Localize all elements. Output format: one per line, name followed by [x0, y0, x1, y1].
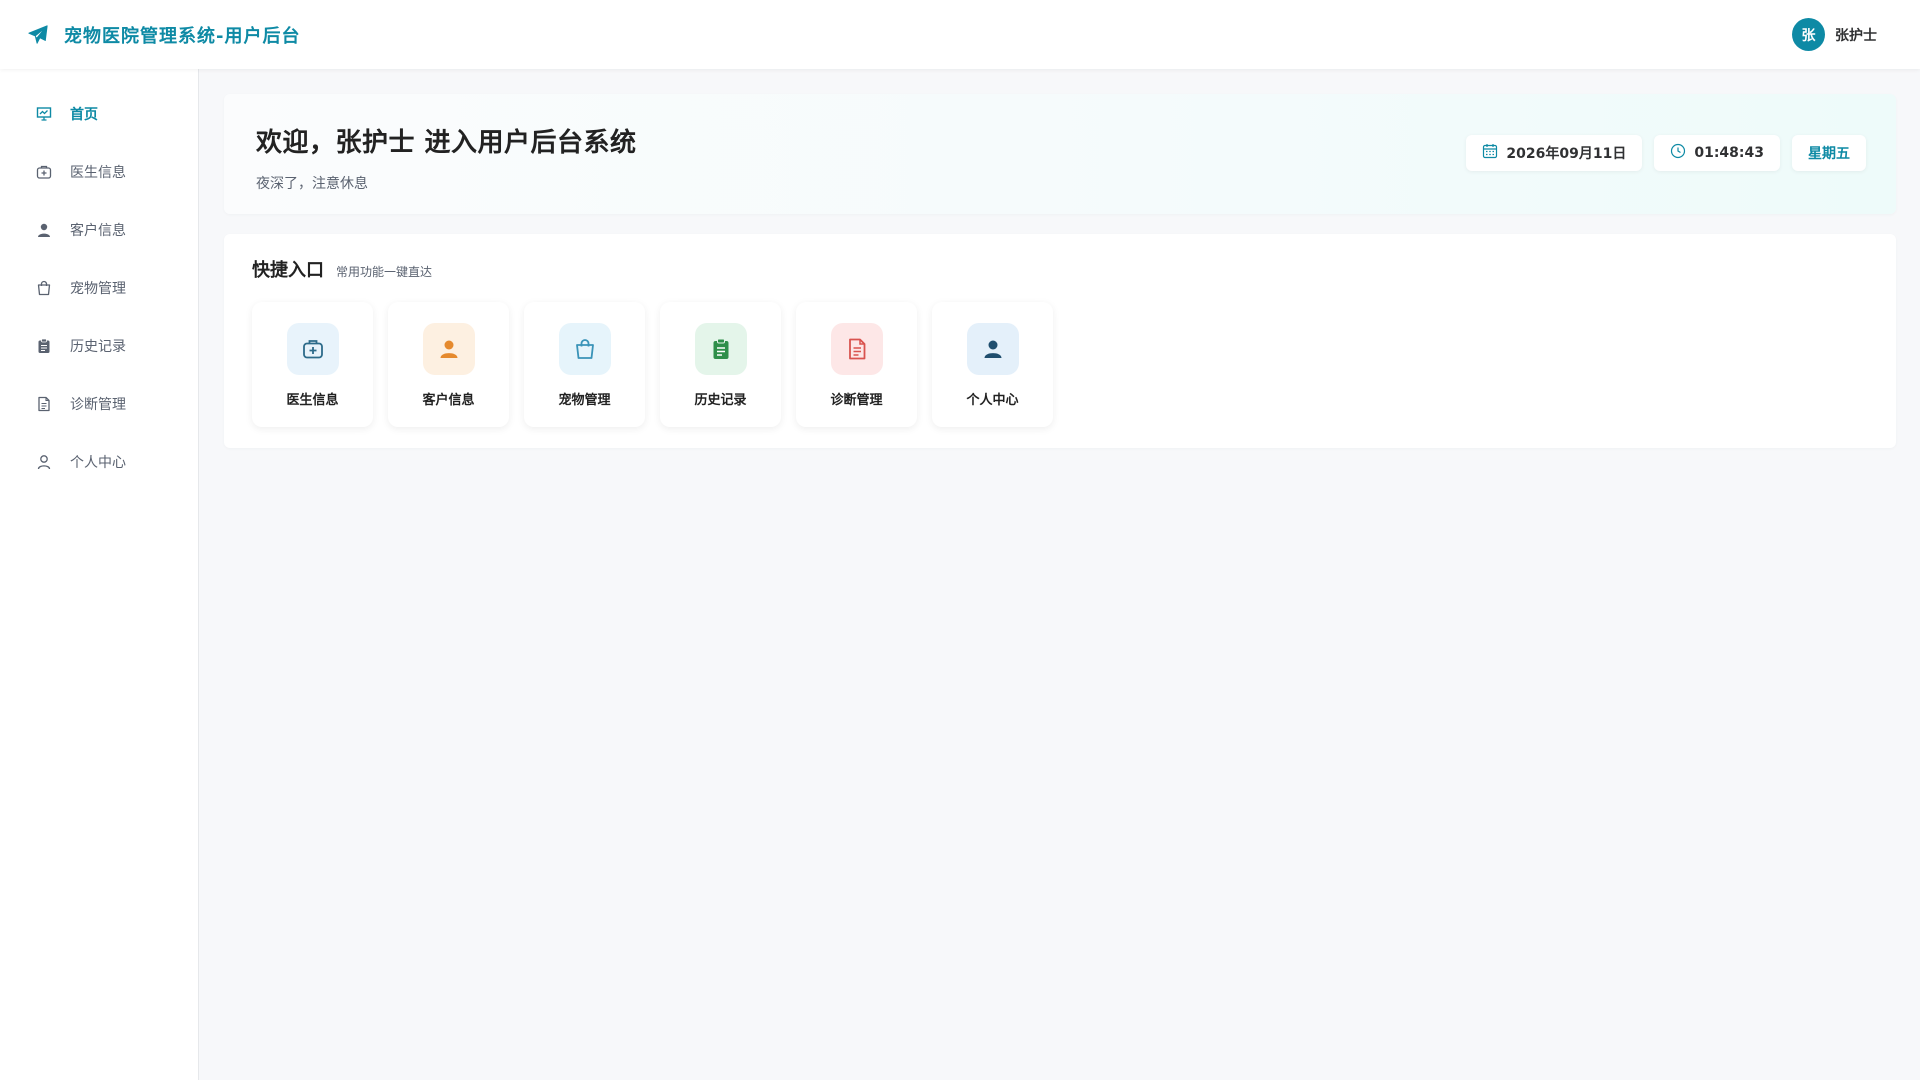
- sidebar-item-label: 历史记录: [70, 339, 126, 355]
- datetime-chips: 2026年09月11日 01:48:43 星期五: [1466, 135, 1866, 171]
- quick-entry-tiles: 医生信息 客户信息 宠物管理 历史记录 诊断管理 个人中心: [252, 302, 1868, 427]
- document-icon: [36, 396, 52, 412]
- quick-entry-header: 快捷入口 常用功能一键直达: [252, 256, 1868, 282]
- welcome-banner: 欢迎，张护士 进入用户后台系统 夜深了，注意休息 2026年09月11日 01:…: [224, 94, 1896, 214]
- medical-kit-icon: [36, 164, 52, 180]
- quick-entry-title: 快捷入口: [252, 260, 324, 281]
- welcome-subtitle: 夜深了，注意休息: [256, 176, 368, 192]
- calendar-icon: [1482, 143, 1498, 163]
- quick-tile-diagnosis[interactable]: 诊断管理: [796, 302, 917, 427]
- quick-tile-doctors[interactable]: 医生信息: [252, 302, 373, 427]
- medical-kit-icon: [286, 323, 339, 375]
- sidebar-item-home[interactable]: 首页: [0, 85, 198, 143]
- weekday-text: 星期五: [1808, 146, 1850, 162]
- tile-label: 医生信息: [286, 393, 339, 408]
- app-title: 宠物医院管理系统-用户后台: [64, 25, 301, 47]
- quick-entry-subtitle: 常用功能一键直达: [336, 265, 433, 279]
- quick-tile-customers[interactable]: 客户信息: [388, 302, 509, 427]
- sidebar-item-doctors[interactable]: 医生信息: [0, 143, 198, 201]
- sidebar-item-label: 客户信息: [70, 223, 126, 239]
- date-chip: 2026年09月11日: [1466, 135, 1643, 171]
- quick-entry-panel: 快捷入口 常用功能一键直达 医生信息 客户信息 宠物管理 历史记录 诊断管理 个…: [224, 234, 1896, 448]
- time-text: 01:48:43: [1694, 145, 1764, 161]
- user-name[interactable]: 张护士: [1835, 25, 1877, 45]
- sidebar-item-pets[interactable]: 宠物管理: [0, 259, 198, 317]
- sidebar-item-customers[interactable]: 客户信息: [0, 201, 198, 259]
- clock-icon: [1670, 143, 1686, 163]
- sidebar-item-label: 个人中心: [70, 455, 126, 471]
- date-text: 2026年09月11日: [1506, 146, 1627, 162]
- tile-label: 个人中心: [966, 393, 1019, 408]
- sidebar-item-label: 医生信息: [70, 165, 126, 181]
- top-header: 宠物医院管理系统-用户后台 张 张护士: [0, 0, 1920, 69]
- user-outline-icon: [36, 454, 52, 470]
- clipboard-icon: [694, 323, 747, 375]
- sidebar-item-label: 宠物管理: [70, 281, 126, 297]
- sidebar: 首页 医生信息 客户信息 宠物管理 历史记录 诊断管理 个人中心: [0, 69, 199, 1080]
- clipboard-icon: [36, 338, 52, 354]
- avatar[interactable]: 张: [1792, 18, 1825, 51]
- quick-tile-history[interactable]: 历史记录: [660, 302, 781, 427]
- tile-label: 宠物管理: [558, 393, 611, 408]
- tile-label: 历史记录: [694, 393, 747, 408]
- paper-plane-icon: [26, 23, 50, 47]
- weekday-chip: 星期五: [1792, 135, 1866, 171]
- sidebar-item-diagnosis[interactable]: 诊断管理: [0, 375, 198, 433]
- brand[interactable]: 宠物医院管理系统-用户后台: [26, 22, 300, 48]
- sidebar-item-history[interactable]: 历史记录: [0, 317, 198, 375]
- document-icon: [830, 323, 883, 375]
- sidebar-item-label: 首页: [70, 107, 98, 123]
- user-menu[interactable]: 张 张护士: [1792, 18, 1877, 51]
- quick-tile-pets[interactable]: 宠物管理: [524, 302, 645, 427]
- shopping-bag-icon: [36, 280, 52, 296]
- presentation-chart-icon: [36, 106, 52, 122]
- shopping-bag-icon: [558, 323, 611, 375]
- sidebar-item-profile[interactable]: 个人中心: [0, 433, 198, 491]
- tile-label: 客户信息: [422, 393, 475, 408]
- sidebar-item-label: 诊断管理: [70, 397, 126, 413]
- user-icon: [966, 323, 1019, 375]
- tile-label: 诊断管理: [830, 393, 883, 408]
- user-icon: [36, 222, 52, 238]
- quick-tile-profile[interactable]: 个人中心: [932, 302, 1053, 427]
- user-icon: [422, 323, 475, 375]
- time-chip: 01:48:43: [1654, 135, 1780, 171]
